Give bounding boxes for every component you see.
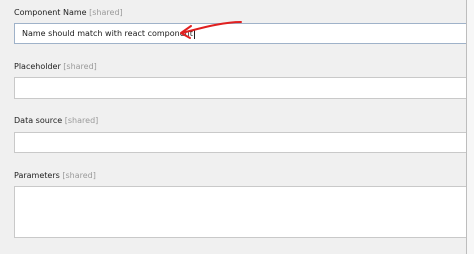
- component-name-field[interactable]: Name should match with react component: [14, 23, 474, 44]
- placeholder-shared-tag: [shared]: [63, 62, 97, 71]
- data-source-label: Data source [shared]: [14, 115, 98, 126]
- component-name-value: Name should match with react component: [22, 24, 195, 43]
- data-source-field[interactable]: [14, 132, 474, 153]
- component-name-label: Component Name [shared]: [14, 7, 123, 18]
- placeholder-label: Placeholder [shared]: [14, 61, 97, 72]
- parameters-textarea[interactable]: [14, 186, 474, 238]
- placeholder-label-text: Placeholder: [14, 62, 61, 71]
- data-source-label-text: Data source: [14, 116, 63, 125]
- parameters-label: Parameters [shared]: [14, 170, 96, 181]
- form-panel: Component Name [shared] Name should matc…: [0, 0, 474, 254]
- parameters-label-text: Parameters: [14, 171, 60, 180]
- right-edge-strip: [467, 0, 474, 254]
- component-name-label-text: Component Name: [14, 8, 87, 17]
- component-name-text: Name should match with react component: [22, 29, 193, 38]
- parameters-shared-tag: [shared]: [62, 171, 96, 180]
- red-arrow-annotation-icon: [180, 21, 242, 39]
- data-source-shared-tag: [shared]: [64, 116, 99, 125]
- component-name-shared-tag: [shared]: [89, 8, 123, 17]
- placeholder-field[interactable]: [14, 77, 474, 99]
